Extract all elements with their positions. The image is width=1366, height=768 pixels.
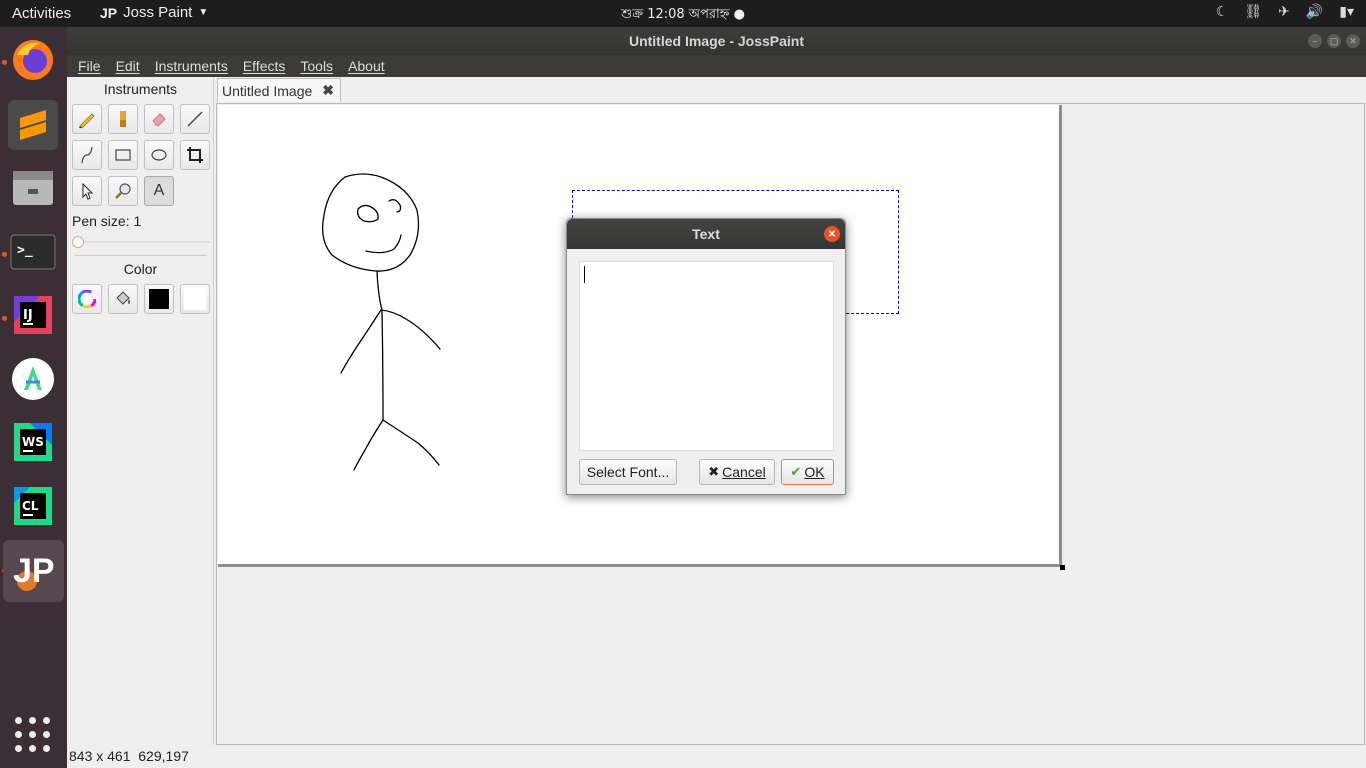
cancel-label: Cancel xyxy=(722,464,766,480)
minimize-icon[interactable]: – xyxy=(1308,34,1322,48)
instruments-heading: Instruments xyxy=(103,81,178,97)
secondary-color-fill xyxy=(184,288,206,310)
webstorm-icon[interactable]: WS xyxy=(8,417,58,467)
running-indicator xyxy=(2,252,7,257)
menu-tools[interactable]: Tools xyxy=(300,58,333,77)
secondary-color-swatch[interactable] xyxy=(180,284,210,314)
text-tool-icon: A xyxy=(153,182,165,199)
tab-close-icon[interactable]: ✖ xyxy=(322,82,334,99)
menu-instruments[interactable]: Instruments xyxy=(155,58,228,77)
maximize-icon[interactable]: ▢ xyxy=(1327,34,1341,48)
airplane-icon[interactable]: ✈ xyxy=(1278,4,1290,20)
line-tool[interactable] xyxy=(180,104,210,134)
brush-tool[interactable] xyxy=(108,104,138,134)
clion-icon[interactable]: CL xyxy=(8,481,58,531)
fill-bucket-button[interactable] xyxy=(108,284,138,314)
close-icon[interactable]: ✕ xyxy=(1346,34,1360,48)
battery-icon[interactable]: ▮▾ xyxy=(1339,4,1354,20)
dialog-close-icon[interactable]: ✕ xyxy=(824,226,840,242)
running-indicator xyxy=(2,316,7,321)
running-indicator xyxy=(2,60,7,65)
eraser-tool[interactable] xyxy=(144,104,174,134)
fill-bucket-icon xyxy=(116,291,130,305)
title-bar[interactable]: Untitled Image - JossPaint – ▢ ✕ xyxy=(67,27,1366,55)
top-bar: Activities JP Joss Paint ▼ শুক্র 12:08 অ… xyxy=(0,0,1366,27)
sublime-text-icon[interactable] xyxy=(8,100,58,150)
android-studio-icon[interactable] xyxy=(8,354,58,404)
tab-label: Untitled Image xyxy=(222,82,313,99)
volume-icon[interactable]: 🔊 xyxy=(1306,4,1323,20)
app-window: Untitled Image - JossPaint – ▢ ✕ File Ed… xyxy=(67,27,1366,768)
color-heading: Color xyxy=(123,261,158,277)
night-light-icon[interactable]: ☾ xyxy=(1216,4,1229,20)
files-icon[interactable] xyxy=(8,162,58,212)
menu-effects[interactable]: Effects xyxy=(243,58,286,77)
menu-about[interactable]: About xyxy=(348,58,385,77)
ellipse-tool[interactable] xyxy=(144,140,174,170)
ok-label: OK xyxy=(804,464,825,480)
curve-tool[interactable] xyxy=(72,140,102,170)
text-tool[interactable]: A xyxy=(144,176,174,206)
text-caret xyxy=(584,266,585,283)
josspaint-icon[interactable]: JP xyxy=(3,540,64,602)
text-input-area[interactable] xyxy=(579,261,834,451)
cancel-icon: ✖ xyxy=(708,464,720,479)
show-applications-icon[interactable] xyxy=(15,717,51,753)
rectangle-tool[interactable] xyxy=(108,140,138,170)
intellij-idea-icon[interactable]: IJ xyxy=(8,290,58,340)
dialog-title-bar[interactable]: Text ✕ xyxy=(567,219,845,249)
pen-size-slider[interactable] xyxy=(72,235,210,249)
pencil-tool[interactable] xyxy=(72,104,102,134)
menu-edit[interactable]: Edit xyxy=(116,58,140,77)
network-icon[interactable]: ⛓ xyxy=(1244,4,1262,20)
terminal-icon[interactable]: >_ xyxy=(8,227,58,277)
svg-text:JP: JP xyxy=(13,552,55,590)
crop-tool[interactable] xyxy=(180,140,210,170)
panel-divider xyxy=(75,255,207,256)
window-title: Untitled Image - JossPaint xyxy=(628,33,805,49)
dialog-title: Text xyxy=(692,226,720,242)
color-picker-button[interactable] xyxy=(72,284,102,314)
firefox-icon[interactable] xyxy=(8,35,58,85)
slider-track xyxy=(76,241,210,243)
select-font-label: Select Font... xyxy=(586,464,670,480)
select-font-button[interactable]: Select Font... xyxy=(579,459,677,485)
menu-bar: File Edit Instruments Effects Tools Abou… xyxy=(67,55,1366,77)
status-bar: 843 x 461 629,197 xyxy=(69,748,189,764)
primary-color-swatch[interactable] xyxy=(144,284,174,314)
pen-size-label: Pen size: 1 xyxy=(72,213,142,229)
svg-text:IJ: IJ xyxy=(23,308,33,323)
slider-knob[interactable] xyxy=(72,236,84,248)
dock: >_ IJ WS CL JP xyxy=(0,27,67,768)
primary-color-fill xyxy=(149,289,169,309)
ok-button[interactable]: ✔ OK xyxy=(781,459,834,485)
cancel-button[interactable]: ✖ Cancel xyxy=(699,459,775,485)
tab-bar: Untitled Image ✖ xyxy=(215,77,1366,103)
tab-untitled-image[interactable]: Untitled Image ✖ xyxy=(217,78,342,102)
svg-text:>_: >_ xyxy=(17,243,33,258)
clock[interactable]: শুক্র 12:08 অপরাহ্ন ● xyxy=(0,5,1366,26)
magnifier-tool[interactable] xyxy=(108,176,138,206)
system-tray[interactable]: ☾ ⛓ ✈ 🔊 ▮▾ xyxy=(1216,4,1354,20)
menu-file[interactable]: File xyxy=(78,58,101,77)
instruments-panel: Instruments A Pen size: 1 Color xyxy=(67,77,214,745)
canvas-resize-handle[interactable] xyxy=(1060,565,1065,570)
svg-text:CL: CL xyxy=(22,499,39,513)
color-wheel-icon xyxy=(78,290,96,308)
svg-text:WS: WS xyxy=(22,435,44,449)
select-tool[interactable] xyxy=(72,176,102,206)
text-dialog: Text ✕ Select Font... ✖ Cancel ✔ OK xyxy=(566,218,846,495)
checkmark-icon: ✔ xyxy=(790,464,802,479)
